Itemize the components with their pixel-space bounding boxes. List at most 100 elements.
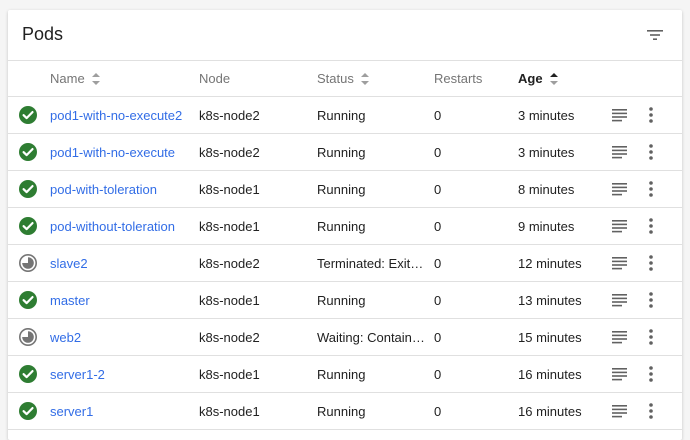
pod-name-link[interactable]: slave2 bbox=[50, 245, 195, 281]
pod-status: Waiting: Contain… bbox=[317, 319, 425, 355]
column-header-age[interactable]: Age bbox=[518, 61, 598, 96]
more-vert-icon[interactable] bbox=[648, 282, 664, 318]
pod-restarts: 0 bbox=[434, 403, 442, 419]
pod-name[interactable]: master bbox=[50, 293, 195, 308]
sort-ascending-icon bbox=[549, 72, 559, 86]
pod-name-link[interactable]: master bbox=[50, 282, 195, 318]
pod-age: 9 minutes bbox=[518, 218, 575, 234]
pod-age: 13 minutes bbox=[518, 292, 582, 308]
pod-status-text: Running bbox=[317, 292, 366, 308]
table-row: master k8s-node1 Running 0 13 minutes bbox=[8, 282, 682, 319]
pod-status: Running bbox=[317, 282, 425, 318]
pod-node: k8s-node2 bbox=[199, 255, 260, 271]
pod-restarts: 0 bbox=[434, 144, 442, 160]
pod-status: Running bbox=[317, 208, 425, 244]
pod-name-link[interactable]: server1 bbox=[50, 393, 195, 429]
check-circle-icon bbox=[18, 171, 40, 207]
more-vert-icon[interactable] bbox=[648, 134, 664, 170]
pod-restarts: 0 bbox=[434, 366, 442, 382]
more-vert-icon[interactable] bbox=[648, 208, 664, 244]
pod-name-link[interactable]: pod-without-toleration bbox=[50, 208, 195, 244]
pod-restarts: 0 bbox=[434, 255, 442, 271]
table-row: pod-without-toleration k8s-node1 Running… bbox=[8, 208, 682, 245]
pod-age: 3 minutes bbox=[518, 144, 575, 160]
check-circle-icon bbox=[18, 208, 40, 244]
pod-name[interactable]: pod-without-toleration bbox=[50, 219, 195, 234]
pod-status-text: Terminated: Exit… bbox=[317, 255, 424, 271]
pod-status-text: Running bbox=[317, 181, 366, 197]
pod-status: Terminated: Exit… bbox=[317, 245, 425, 281]
more-vert-icon[interactable] bbox=[648, 319, 664, 355]
pod-node: k8s-node1 bbox=[199, 218, 260, 234]
column-header-restarts: Restarts bbox=[434, 71, 483, 86]
pod-age: 8 minutes bbox=[518, 181, 575, 197]
pod-status: Running bbox=[317, 356, 425, 392]
column-header-status[interactable]: Status bbox=[317, 61, 425, 96]
pod-node: k8s-node1 bbox=[199, 181, 260, 197]
pod-status: Running bbox=[317, 171, 425, 207]
pod-node: k8s-node2 bbox=[199, 107, 260, 123]
pod-name[interactable]: server1-2 bbox=[50, 367, 195, 382]
logs-icon[interactable] bbox=[612, 171, 632, 207]
pod-status-text: Running bbox=[317, 144, 366, 160]
pod-age: 15 minutes bbox=[518, 329, 582, 345]
pod-status: Running bbox=[317, 393, 425, 429]
column-header-node: Node bbox=[199, 71, 231, 86]
logs-icon[interactable] bbox=[612, 208, 632, 244]
more-vert-icon[interactable] bbox=[648, 356, 664, 392]
pod-status-text: Running bbox=[317, 366, 366, 382]
pod-node: k8s-node1 bbox=[199, 403, 260, 419]
more-vert-icon[interactable] bbox=[648, 245, 664, 281]
pod-name[interactable]: pod1-with-no-execute bbox=[50, 145, 195, 160]
table-row: slave2 k8s-node2 Terminated: Exit… 0 12 … bbox=[8, 245, 682, 282]
logs-icon[interactable] bbox=[612, 97, 632, 133]
check-circle-icon bbox=[18, 97, 40, 133]
pod-node: k8s-node1 bbox=[199, 366, 260, 382]
logs-icon[interactable] bbox=[612, 282, 632, 318]
pod-name[interactable]: pod1-with-no-execute2 bbox=[50, 108, 195, 123]
pod-name-link[interactable]: web2 bbox=[50, 319, 195, 355]
pod-name-link[interactable]: pod-with-toleration bbox=[50, 171, 195, 207]
pod-restarts: 0 bbox=[434, 292, 442, 308]
table-row: pod-with-toleration k8s-node1 Running 0 … bbox=[8, 171, 682, 208]
card-header: Pods bbox=[8, 10, 682, 61]
pods-table: Name Node Status Restarts Age pod1-with-… bbox=[8, 61, 682, 430]
pod-restarts: 0 bbox=[434, 329, 442, 345]
pending-circle-icon bbox=[18, 319, 40, 355]
pod-name[interactable]: server1 bbox=[50, 404, 195, 419]
pod-restarts: 0 bbox=[434, 218, 442, 234]
pod-name-link[interactable]: server1-2 bbox=[50, 356, 195, 392]
pod-node: k8s-node2 bbox=[199, 144, 260, 160]
pod-name-link[interactable]: pod1-with-no-execute2 bbox=[50, 97, 195, 133]
logs-icon[interactable] bbox=[612, 393, 632, 429]
pod-name-link[interactable]: pod1-with-no-execute bbox=[50, 134, 195, 170]
pod-restarts: 0 bbox=[434, 107, 442, 123]
more-vert-icon[interactable] bbox=[648, 97, 664, 133]
logs-icon[interactable] bbox=[612, 356, 632, 392]
pod-restarts: 0 bbox=[434, 181, 442, 197]
pod-node: k8s-node2 bbox=[199, 329, 260, 345]
pod-age: 16 minutes bbox=[518, 366, 582, 382]
table-header-row: Name Node Status Restarts Age bbox=[8, 61, 682, 97]
logs-icon[interactable] bbox=[612, 319, 632, 355]
pod-name[interactable]: slave2 bbox=[50, 256, 195, 271]
check-circle-icon bbox=[18, 356, 40, 392]
sort-icon bbox=[360, 72, 370, 86]
column-header-name[interactable]: Name bbox=[50, 61, 195, 96]
table-row: server1 k8s-node1 Running 0 16 minutes bbox=[8, 393, 682, 430]
table-row: pod1-with-no-execute k8s-node2 Running 0… bbox=[8, 134, 682, 171]
logs-icon[interactable] bbox=[612, 245, 632, 281]
table-row: server1-2 k8s-node1 Running 0 16 minutes bbox=[8, 356, 682, 393]
filter-button[interactable] bbox=[642, 22, 668, 48]
more-vert-icon[interactable] bbox=[648, 171, 664, 207]
column-header-name-label: Name bbox=[50, 71, 85, 86]
logs-icon[interactable] bbox=[612, 134, 632, 170]
more-vert-icon[interactable] bbox=[648, 393, 664, 429]
pod-node: k8s-node1 bbox=[199, 292, 260, 308]
table-row: web2 k8s-node2 Waiting: Contain… 0 15 mi… bbox=[8, 319, 682, 356]
pod-name[interactable]: pod-with-toleration bbox=[50, 182, 195, 197]
pod-name[interactable]: web2 bbox=[50, 330, 195, 345]
pod-status-text: Running bbox=[317, 403, 366, 419]
pod-age: 3 minutes bbox=[518, 107, 575, 123]
pods-card: Pods Name Node Status Restarts Age pod1-… bbox=[8, 10, 682, 440]
